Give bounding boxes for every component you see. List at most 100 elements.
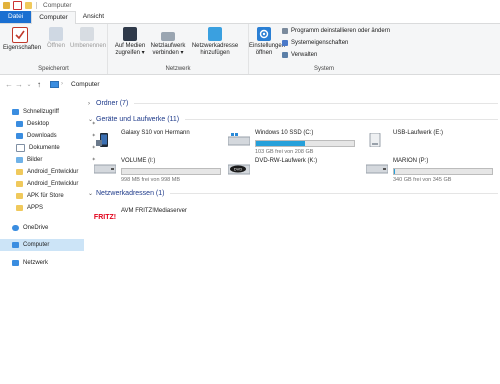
- system-properties-button[interactable]: Systemeigenschaften: [282, 40, 348, 46]
- dvd-drive-icon: DVD: [227, 161, 251, 175]
- tab-file[interactable]: Datei: [0, 11, 32, 23]
- usage-fill: [256, 141, 305, 146]
- media-access-button[interactable]: Auf Medien zugreifen ▾: [111, 27, 149, 57]
- drive-free-space: 103 GB frei von 208 GB: [255, 149, 314, 155]
- system-properties-label: Systemeigenschaften: [291, 40, 349, 46]
- tab-computer[interactable]: Computer: [31, 11, 76, 24]
- system-icon: [282, 40, 288, 46]
- uninstall-program-button[interactable]: Programm deinstallieren oder ändern: [282, 28, 390, 34]
- tab-view[interactable]: Ansicht: [76, 11, 111, 23]
- manage-button[interactable]: Verwalten: [282, 52, 317, 58]
- drive-p[interactable]: MARION (P:) 340 GB frei von 345 GB: [365, 158, 496, 184]
- network-item-name: AVM FRITZ!Mediaserver: [121, 208, 187, 214]
- drive-i[interactable]: VOLUME (I:) 998 MB frei von 998 MB: [93, 158, 224, 184]
- group-storage: Eigenschaften Öffnen Umbenennen Speicher…: [0, 24, 108, 74]
- phone-icon: [94, 133, 116, 147]
- drive-c[interactable]: Windows 10 SSD (C:) 103 GB frei von 208 …: [227, 130, 363, 156]
- drive-icon: [93, 161, 117, 175]
- rename-icon: [80, 27, 94, 41]
- drive-name: USB-Laufwerk (E:): [393, 130, 444, 136]
- section-network-locations[interactable]: ⌄ Netzwerkadressen (1): [88, 190, 498, 197]
- folder-icon: [16, 193, 23, 199]
- network-item-fritz[interactable]: FRITZ! AVM FRITZ!Mediaserver: [94, 206, 244, 232]
- chevron-down-icon[interactable]: ⌄: [88, 190, 96, 197]
- gear-icon: [257, 27, 271, 41]
- ribbon-tabs: Datei Computer Ansicht: [0, 11, 500, 24]
- add-network-location-button[interactable]: Netzwerkadresse hinzufügen: [188, 27, 242, 57]
- sidebar-label: Netzwerk: [23, 260, 49, 266]
- drive-name: Windows 10 SSD (C:): [255, 130, 314, 136]
- new-folder-icon[interactable]: [25, 2, 32, 9]
- sidebar-label: Android_Entwicklur: [27, 169, 79, 175]
- fritz-logo-icon: FRITZ!: [94, 209, 116, 223]
- sidebar-item-onedrive[interactable]: OneDrive: [0, 222, 96, 234]
- svg-text:FRITZ!: FRITZ!: [94, 214, 116, 221]
- windows-drive-icon: [227, 133, 251, 147]
- chevron-down-icon[interactable]: ⌄: [88, 116, 96, 123]
- ribbon: Eigenschaften Öffnen Umbenennen Speicher…: [0, 24, 500, 75]
- divider: [170, 193, 498, 194]
- folder-icon: [16, 169, 23, 175]
- forward-icon[interactable]: →: [14, 80, 24, 89]
- section-folders[interactable]: › Ordner (7): [88, 100, 498, 107]
- section-devices[interactable]: ⌄ Geräte und Laufwerke (11): [88, 116, 498, 123]
- sidebar-label: OneDrive: [23, 225, 49, 231]
- sidebar-label: Downloads: [27, 133, 57, 139]
- map-network-drive-button[interactable]: Netzlaufwerk verbinden ▾: [148, 27, 188, 57]
- drive-e[interactable]: USB-Laufwerk (E:): [366, 130, 496, 156]
- network-location-label-1: Netzwerkadresse: [191, 43, 239, 49]
- usage-bar: [393, 168, 493, 175]
- content-pane: › Ordner (7) ⌄ Geräte und Laufwerke (11)…: [88, 96, 500, 384]
- sidebar-label: Desktop: [27, 121, 50, 127]
- sidebar-item-pictures[interactable]: Bilder ✦: [0, 154, 100, 166]
- sidebar-item-network[interactable]: Netzwerk: [0, 257, 96, 269]
- sidebar-item-documents[interactable]: Dokumente ✦: [0, 142, 100, 154]
- cloud-icon: [12, 225, 19, 231]
- group-label-network: Netzwerk: [165, 66, 191, 72]
- divider: [36, 2, 37, 9]
- divider: [134, 103, 498, 104]
- sidebar-item-apk-store[interactable]: APK für Store: [0, 190, 100, 202]
- back-icon[interactable]: ←: [4, 80, 14, 89]
- properties-button[interactable]: Eigenschaften: [3, 27, 41, 52]
- up-icon[interactable]: ↑: [34, 80, 44, 89]
- sidebar-label: APK für Store: [27, 193, 64, 199]
- settings-label-2: öffnen: [255, 50, 273, 56]
- properties-icon[interactable]: [13, 1, 22, 10]
- divider: [185, 119, 498, 120]
- usage-fill: [394, 169, 396, 174]
- group-label-system: System: [313, 66, 334, 72]
- manage-label: Verwalten: [291, 52, 318, 58]
- network-icon: [12, 260, 19, 266]
- group-network: Auf Medien zugreifen ▾ Netzlaufwerk verb…: [108, 24, 249, 74]
- sidebar-item-computer[interactable]: Computer: [0, 239, 84, 251]
- group-label-storage: Speicherort: [38, 66, 69, 72]
- drive-icon: [365, 161, 389, 175]
- breadcrumb-computer[interactable]: Computer: [71, 81, 100, 88]
- open-label: Öffnen: [47, 43, 65, 49]
- usage-bar: [255, 140, 355, 147]
- network-location-label-2: hinzufügen: [200, 50, 230, 56]
- sidebar-item-android-2[interactable]: Android_Entwicklur: [0, 178, 100, 190]
- usb-drive-icon: [366, 132, 388, 148]
- rename-button[interactable]: Umbenennen: [70, 27, 106, 50]
- sidebar-item-android-1[interactable]: Android_Entwicklur: [0, 166, 100, 178]
- sidebar-item-downloads[interactable]: Downloads ✦: [0, 130, 100, 142]
- svg-text:DVD: DVD: [234, 167, 243, 172]
- explorer-icon[interactable]: [3, 2, 10, 9]
- drive-galaxy-s10[interactable]: Galaxy S10 von Hermann: [94, 130, 224, 156]
- section-title: Netzwerkadressen (1): [96, 190, 165, 197]
- network-location-icon: [208, 27, 222, 41]
- sidebar-item-quick-access[interactable]: Schnellzugriff: [0, 106, 96, 118]
- title-bar: Computer: [0, 0, 500, 11]
- sidebar-item-desktop[interactable]: Desktop ✦: [0, 118, 100, 130]
- chevron-right-icon[interactable]: ›: [88, 101, 96, 107]
- recent-locations-icon[interactable]: ⌄: [24, 81, 34, 88]
- drive-k[interactable]: DVD DVD-RW-Laufwerk (K:): [227, 158, 363, 184]
- open-settings-button[interactable]: Einstellungen öffnen: [249, 27, 285, 57]
- navigation-bar: ← → ⌄ ↑ › Computer: [0, 75, 500, 93]
- network-drive-icon: [161, 32, 175, 41]
- chevron-right-icon[interactable]: ›: [59, 81, 65, 87]
- open-button[interactable]: Öffnen: [44, 27, 68, 50]
- sidebar-item-apps[interactable]: APPS: [0, 202, 100, 214]
